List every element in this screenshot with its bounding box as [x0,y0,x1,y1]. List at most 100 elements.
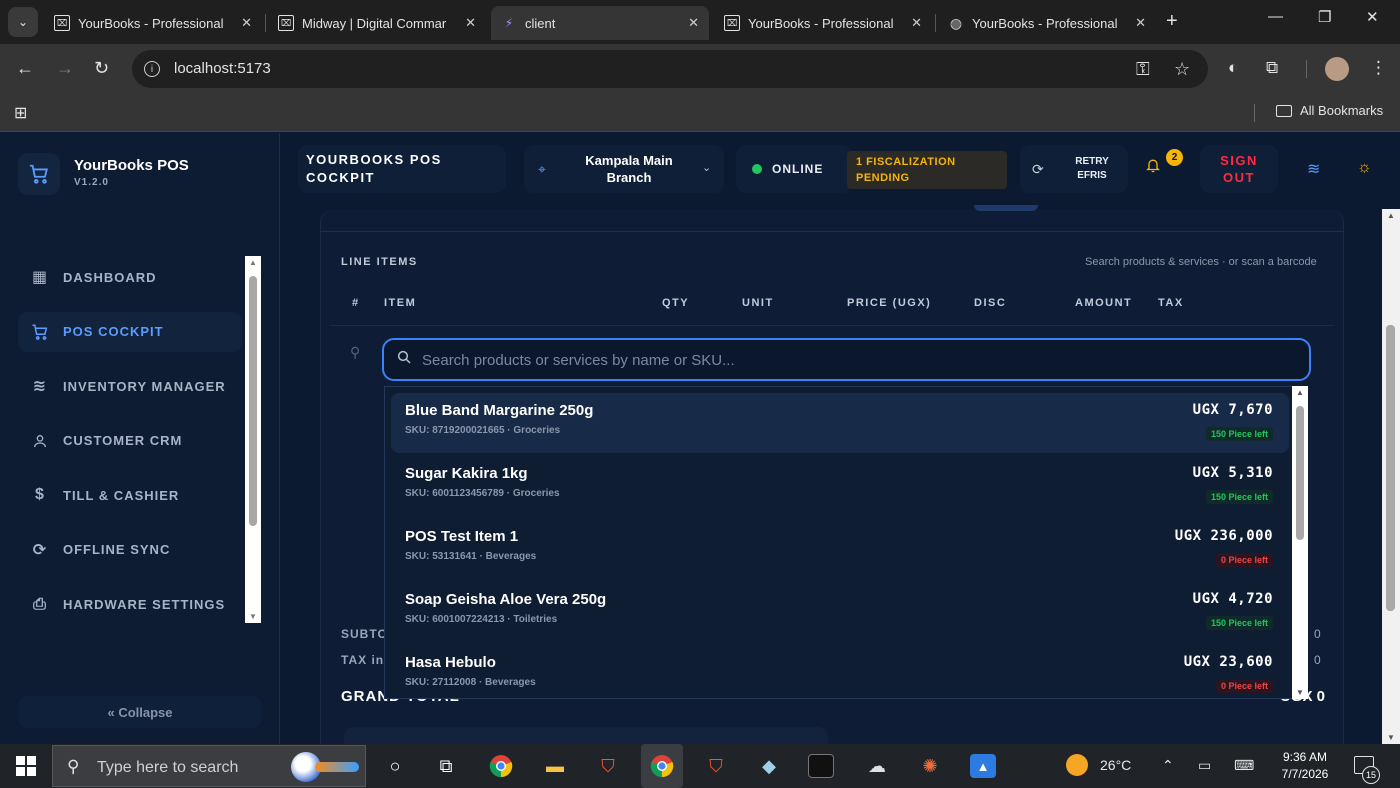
brave-icon[interactable]: ⛉ [595,754,621,778]
back-button[interactable]: ← [16,58,34,79]
close-icon[interactable]: ✕ [688,15,699,31]
subtotal-value: 0 [1314,627,1321,641]
search-result-item[interactable]: Hasa Hebulo SKU: 27112008 · Beverages UG… [391,645,1289,698]
battery-icon[interactable]: ▭ [1198,757,1211,774]
keyboard-icon[interactable]: ⌨ [1234,757,1254,774]
more-icon[interactable]: ⋮ [1370,58,1387,78]
fiscal-badge-line: PENDING [856,172,910,184]
page-scrollbar[interactable]: ▲ ▼ [1382,209,1400,744]
arrow-left-icon: ← [16,58,34,78]
layers-icon[interactable]: ≋ [1307,159,1320,179]
brave-beta-icon[interactable]: ⛉ [703,754,729,778]
tab-search-button[interactable]: ⌄ [8,7,38,37]
new-tab-button[interactable]: + [1166,10,1178,33]
map-pin-icon: ⌖ [538,161,546,177]
stock-badge: 150 Piece left [1205,490,1273,504]
scroll-up-icon[interactable]: ▲ [1292,388,1308,397]
scroll-up-icon[interactable]: ▲ [245,258,261,267]
search-result-item[interactable]: Blue Band Margarine 250g SKU: 8719200021… [391,393,1289,453]
file-explorer-icon[interactable]: ▬ [542,754,568,778]
weather-icon[interactable] [1066,754,1088,776]
weather-text[interactable]: 26°C [1100,757,1131,773]
scroll-down-icon[interactable]: ▼ [245,612,261,621]
dropdown-scrollbar[interactable]: ▲ ▼ [1292,386,1308,699]
apps-icon[interactable]: ⊞ [14,103,27,123]
search-result-item[interactable]: Soap Geisha Aloe Vera 250g SKU: 60010072… [391,582,1289,642]
browser-tab-active[interactable]: ⚡ client ✕ [491,6,709,40]
scroll-down-icon[interactable]: ▼ [1382,733,1400,742]
product-search-input[interactable] [422,348,1282,372]
task-view-icon[interactable]: ⧉ [433,754,459,778]
column-header-tax: TAX [1158,297,1184,309]
bell-icon[interactable] [1145,157,1161,179]
close-icon[interactable]: ✕ [911,15,922,31]
forward-button[interactable]: → [56,58,74,79]
key-icon[interactable]: ⚿ [1136,59,1150,80]
product-search-box[interactable] [382,338,1311,381]
close-window-button[interactable]: ✕ [1366,8,1379,26]
star-icon[interactable]: ☆ [1174,59,1190,80]
terminal-icon[interactable] [808,754,834,778]
stock-badge: 0 Piece left [1215,553,1273,567]
retry-efris-button[interactable]: ⟳ RETRY EFRIS [1020,145,1128,193]
sun-icon[interactable]: ☼ [1357,159,1372,177]
scrollbar-thumb[interactable] [249,276,257,526]
browser-tab[interactable]: ⌧ YourBooks - Professional ✕ [44,6,262,40]
info-icon[interactable]: i [144,61,160,77]
restore-button[interactable]: ❐ [1318,8,1331,26]
connection-status: ONLINE [736,145,852,193]
close-icon[interactable]: ✕ [465,15,476,31]
scrollbar-thumb[interactable] [1296,406,1304,540]
cloud-app-icon[interactable]: ☁ [864,754,890,778]
sidebar-item-till-cashier[interactable]: $ TILL & CASHIER [18,475,242,515]
hold-sale-button[interactable] [344,727,828,744]
stock-badge: 150 Piece left [1205,427,1273,441]
avatar[interactable] [1325,57,1349,81]
chrome-icon[interactable] [488,754,514,778]
sidebar-item-customer-crm[interactable]: CUSTOMER CRM [18,421,242,461]
collapse-button[interactable]: « Collapse [18,696,262,728]
fiscalization-pending-badge[interactable]: 1 FISCALIZATION PENDING [847,151,1007,189]
search-icon: ⚲ [67,757,80,776]
address-bar[interactable]: i localhost:5173 ⚿ ☆ [132,50,1208,88]
close-icon[interactable]: ✕ [1135,15,1146,31]
scrollbar-thumb[interactable] [1386,325,1395,611]
sidebar-scrollbar[interactable]: ▲ ▼ [245,256,261,623]
asterisk-app-icon[interactable]: ✺ [917,754,943,778]
chrome-profile-icon[interactable] [641,744,683,788]
cortana-icon[interactable]: ○ [382,754,408,778]
browser-tab[interactable]: ◍ YourBooks - Professional ✕ [938,6,1156,40]
product-name: Blue Band Margarine 250g [405,402,594,419]
sidebar-item-offline-sync[interactable]: ⟳ OFFLINE SYNC [18,530,242,570]
notes-app-icon[interactable]: ◆ [756,754,782,778]
extension-icon[interactable]: ◐ [1228,58,1238,78]
close-icon[interactable]: ✕ [241,15,252,31]
chevron-up-icon[interactable]: ⌃ [1162,757,1174,774]
photos-icon[interactable]: ▲ [970,754,996,778]
sidebar-item-pos-cockpit[interactable]: POS COCKPIT [18,311,242,352]
status-dot [752,164,762,174]
sidebar-item-label: POS COCKPIT [63,324,164,340]
puzzle-icon[interactable]: ⧉ [1266,58,1278,78]
tab-title: YourBooks - Professional [748,15,894,31]
scroll-up-icon[interactable]: ▲ [1382,211,1400,220]
printer-icon: ⎙ [33,595,47,613]
sidebar-item-inventory-manager[interactable]: ≋ INVENTORY MANAGER [18,366,242,406]
windows-start-button[interactable] [16,756,36,776]
clock[interactable]: 9:36 AM 7/7/2026 [1272,749,1338,783]
reload-button[interactable]: ↻ [94,58,109,79]
browser-tab[interactable]: ⌧ Midway | Digital Commar ✕ [268,6,486,40]
column-header-unit: UNIT [742,297,774,309]
search-result-item[interactable]: POS Test Item 1 SKU: 53131641 · Beverage… [391,519,1289,579]
sidebar-item-dashboard[interactable]: ▦ DASHBOARD [18,257,242,297]
all-bookmarks-button[interactable]: All Bookmarks [1276,103,1383,118]
sign-out-button[interactable]: SIGN OUT [1200,145,1278,193]
notification-badge: 15 [1362,766,1380,784]
minimize-button[interactable]: — [1268,8,1283,25]
search-result-item[interactable]: Sugar Kakira 1kg SKU: 6001123456789 · Gr… [391,456,1289,516]
scroll-down-icon[interactable]: ▼ [1292,688,1308,697]
browser-tab[interactable]: ⌧ YourBooks - Professional ✕ [714,6,932,40]
taskbar-search-box[interactable]: ⚲ Type here to search [52,745,366,787]
sidebar-item-hardware-settings[interactable]: ⎙ HARDWARE SETTINGS [18,585,242,625]
branch-selector[interactable]: ⌖ Kampala Main Branch ⌄ [524,145,724,193]
